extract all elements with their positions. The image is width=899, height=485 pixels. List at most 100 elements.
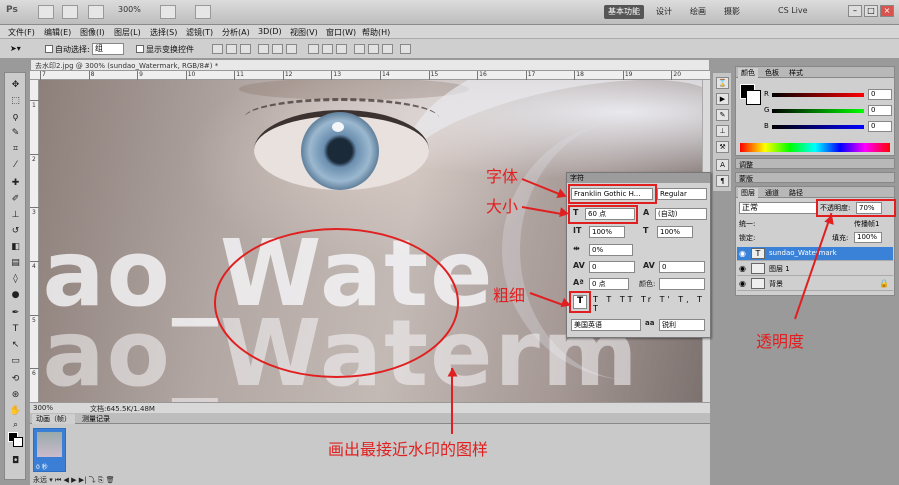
- clone-stamp-tool-icon[interactable]: ⊥: [8, 209, 23, 222]
- antialias-select[interactable]: 锐利: [659, 319, 705, 331]
- cs-live-button[interactable]: CS Live: [778, 6, 808, 15]
- background-color-swatch[interactable]: [13, 437, 23, 447]
- channel-r-slider[interactable]: [772, 93, 864, 97]
- 3d-orbit-tool-icon[interactable]: ⊛: [8, 389, 23, 402]
- autoselect-checkbox[interactable]: [45, 45, 53, 53]
- tracking-input[interactable]: 0%: [589, 244, 633, 256]
- bridge-button[interactable]: [38, 5, 54, 19]
- distribute-left-icon[interactable]: [354, 44, 365, 54]
- pen-tool-icon[interactable]: ✒: [8, 307, 23, 320]
- align-hcenter-icon[interactable]: [272, 44, 283, 54]
- baseline-shift-input[interactable]: 0 点: [589, 278, 629, 290]
- tab-color[interactable]: 颜色: [738, 68, 758, 78]
- auto-align-icon[interactable]: [400, 44, 411, 54]
- blend-mode-select[interactable]: 正常: [739, 202, 817, 214]
- tab-animation[interactable]: 动画（帧）: [32, 414, 75, 424]
- crop-tool-icon[interactable]: ⌗: [8, 143, 23, 156]
- channel-b-value[interactable]: 0: [868, 121, 892, 132]
- zoom-level-select[interactable]: 300%: [118, 5, 141, 14]
- fill-input[interactable]: 100%: [854, 232, 882, 243]
- workspace-photography[interactable]: 摄影: [720, 5, 744, 19]
- propagate-frame-checkbox[interactable]: 传播帧1: [854, 219, 879, 229]
- minimize-icon[interactable]: –: [848, 5, 862, 17]
- workspace-essentials[interactable]: 基本功能: [604, 5, 644, 19]
- align-top-icon[interactable]: [212, 44, 223, 54]
- vertical-scale-input[interactable]: 100%: [589, 226, 625, 238]
- tool-presets-icon[interactable]: ⚒: [716, 141, 729, 153]
- workspace-design[interactable]: 设计: [652, 5, 676, 19]
- show-transform-checkbox[interactable]: [136, 45, 144, 53]
- eraser-tool-icon[interactable]: ◧: [8, 241, 23, 254]
- tab-swatches[interactable]: 色板: [762, 68, 782, 78]
- brush-presets-icon[interactable]: ✎: [716, 109, 729, 121]
- workspace-painting[interactable]: 绘画: [686, 5, 710, 19]
- hand-tool-button[interactable]: [160, 5, 176, 19]
- distribute-hcenter-icon[interactable]: [368, 44, 379, 54]
- align-right-icon[interactable]: [286, 44, 297, 54]
- paragraph-panel-icon[interactable]: ¶: [716, 175, 729, 187]
- view-extras-button[interactable]: [88, 5, 104, 19]
- actions-panel-icon[interactable]: ▶: [716, 93, 729, 105]
- zoom-tool-icon[interactable]: ⌕: [8, 419, 23, 432]
- font-style-select[interactable]: Regular: [657, 188, 707, 200]
- brush-tool-icon[interactable]: ✐: [8, 193, 23, 206]
- quick-mask-icon[interactable]: ◘: [8, 455, 23, 468]
- menu-select[interactable]: 选择(S): [150, 27, 177, 38]
- tab-styles[interactable]: 样式: [786, 68, 806, 78]
- adjustments-header[interactable]: 调整: [735, 158, 895, 169]
- path-select-tool-icon[interactable]: ↖: [8, 339, 23, 352]
- move-tool-icon[interactable]: ✥: [8, 79, 23, 92]
- clone-source-icon[interactable]: ⊥: [716, 125, 729, 137]
- maximize-icon[interactable]: □: [864, 5, 878, 17]
- menu-edit[interactable]: 编辑(E): [44, 27, 71, 38]
- color-background-swatch[interactable]: [746, 90, 761, 105]
- document-tab[interactable]: 去水印2.jpg @ 300% (sundao_Watermark, RGB/8…: [30, 59, 710, 71]
- visibility-eye-icon[interactable]: ◉: [739, 264, 746, 273]
- language-select[interactable]: 美国英语: [571, 319, 641, 331]
- eyedropper-tool-icon[interactable]: ⁄: [8, 159, 23, 172]
- menu-window[interactable]: 窗口(W): [326, 27, 356, 38]
- history-panel-icon[interactable]: ⌛: [716, 77, 729, 89]
- masks-header[interactable]: 蒙版: [735, 172, 895, 183]
- menu-analysis[interactable]: 分析(A): [222, 27, 250, 38]
- status-zoom[interactable]: 300%: [33, 404, 53, 412]
- menu-3d[interactable]: 3D(D): [258, 27, 282, 36]
- text-color-swatch[interactable]: [659, 278, 705, 290]
- channel-g-slider[interactable]: [772, 109, 864, 113]
- menu-file[interactable]: 文件(F): [8, 27, 35, 38]
- quick-select-tool-icon[interactable]: ✎: [8, 127, 23, 140]
- 3d-rotate-tool-icon[interactable]: ⟲: [8, 373, 23, 386]
- gradient-tool-icon[interactable]: ▤: [8, 257, 23, 270]
- color-spectrum-ramp[interactable]: [740, 143, 890, 152]
- channel-b-slider[interactable]: [772, 125, 864, 129]
- shape-tool-icon[interactable]: ▭: [8, 355, 23, 368]
- distribute-vcenter-icon[interactable]: [322, 44, 333, 54]
- character-panel-icon[interactable]: A: [716, 159, 729, 171]
- healing-brush-tool-icon[interactable]: ✚: [8, 177, 23, 190]
- marquee-tool-icon[interactable]: ⬚: [8, 95, 23, 108]
- move-tool-icon[interactable]: ➤▾: [10, 44, 21, 53]
- align-bottom-icon[interactable]: [240, 44, 251, 54]
- animation-frame[interactable]: 0 秒: [33, 428, 66, 472]
- blur-tool-icon[interactable]: ◊: [8, 273, 23, 286]
- menu-layer[interactable]: 图层(L): [114, 27, 141, 38]
- dodge-tool-icon[interactable]: ●: [8, 289, 23, 302]
- hand-tool-icon[interactable]: ✋: [8, 405, 23, 418]
- channel-r-value[interactable]: 0: [868, 89, 892, 100]
- menu-image[interactable]: 图像(I): [80, 27, 105, 38]
- align-left-icon[interactable]: [258, 44, 269, 54]
- visibility-eye-icon[interactable]: ◉: [739, 249, 746, 258]
- arrange-documents-button[interactable]: [195, 5, 211, 19]
- kerning-input[interactable]: 0: [589, 261, 635, 273]
- tab-layers[interactable]: 图层: [738, 188, 758, 198]
- menu-filter[interactable]: 滤镜(T): [186, 27, 213, 38]
- menu-help[interactable]: 帮助(H): [362, 27, 390, 38]
- loop-select[interactable]: 永远 ▾ ⏮ ◀ ▶ ▶| ⤵ ⎘ 🗑: [33, 475, 115, 485]
- leading-input[interactable]: (自动): [655, 208, 707, 220]
- visibility-eye-icon[interactable]: ◉: [739, 279, 746, 288]
- horizontal-scale-input[interactable]: 100%: [657, 226, 693, 238]
- lasso-tool-icon[interactable]: ϙ: [8, 111, 23, 124]
- tab-channels[interactable]: 通道: [762, 188, 782, 198]
- autoselect-mode-select[interactable]: 组: [92, 43, 124, 55]
- align-vcenter-icon[interactable]: [226, 44, 237, 54]
